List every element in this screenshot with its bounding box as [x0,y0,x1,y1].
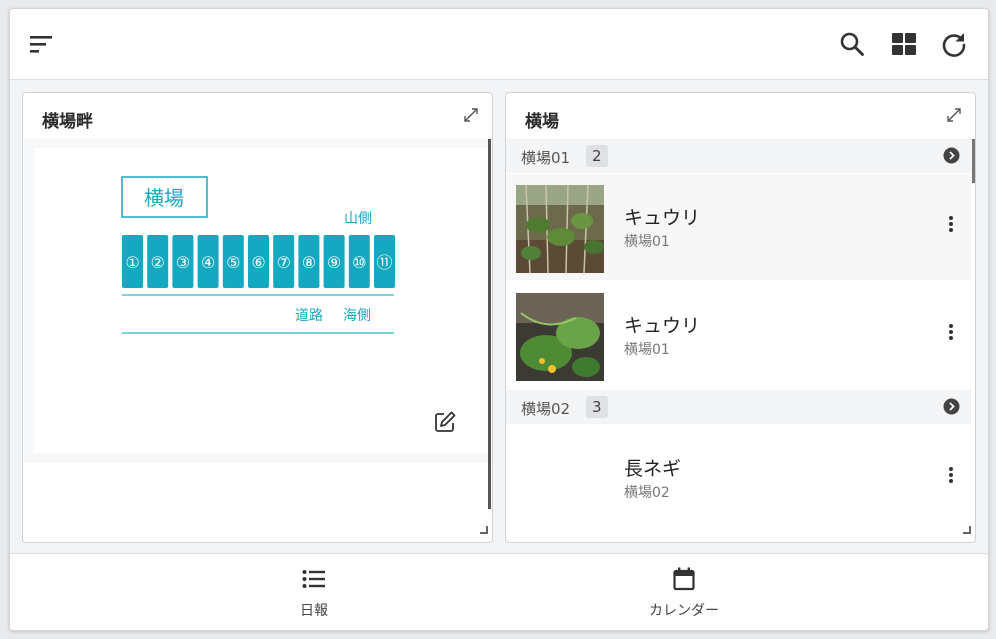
plot-label-1: ① [125,253,139,272]
plot-label-3: ③ [176,253,190,272]
mountain-side-label: 山側 [344,211,372,227]
more-vert-icon[interactable] [948,466,954,488]
list-item[interactable]: 長ネギ 横場02 [506,425,972,531]
field-map-drawing: 横場 山側 ①②③④⑤⑥⑦⑧⑨⑩⑪ 道路 海側 [121,176,395,334]
list-item[interactable]: キュウリ 横場01 [506,282,972,388]
plot-label-4: ④ [201,253,215,272]
search-icon[interactable] [838,30,866,58]
edit-icon[interactable] [433,410,457,438]
resize-handle-icon[interactable] [963,519,971,538]
plot-label-8: ⑧ [302,253,316,272]
right-panel-scrollbar[interactable] [972,139,975,183]
sort-lines-icon[interactable] [28,31,54,57]
plot-row: ①②③④⑤⑥⑦⑧⑨⑩⑪ [122,235,395,288]
nav-calendar-label: カレンダー [649,603,719,619]
calendar-icon [584,567,784,591]
field-label: 横場 [144,186,184,210]
left-panel: 横場畔 横場 山側 ①②③④⑤⑥⑦⑧⑨⑩⑪ 道路 海側 [22,92,493,543]
list-icon [214,569,414,589]
resize-handle-icon[interactable] [480,519,488,538]
right-panel: 横場 横場01 2 キュウリ 横場01 キュウリ 横場01 横場02 3 長ネギ… [505,92,976,543]
plot-label-6: ⑥ [251,253,265,272]
group-count-badge: 3 [586,396,608,418]
nav-daily-report[interactable]: 日報 [214,554,414,630]
plot-label-11: ⑪ [376,253,392,272]
list-item[interactable]: キュウリ 横場01 [506,174,972,280]
item-location: 横場01 [624,342,670,358]
plot-label-7: ⑦ [277,253,291,272]
plot-label-9: ⑨ [327,253,341,272]
chevron-right-circle-icon[interactable] [943,398,960,419]
more-vert-icon[interactable] [948,215,954,237]
group-header-yokoba02[interactable]: 横場02 3 [506,390,972,424]
grid-view-icon[interactable] [890,30,918,58]
expand-icon[interactable] [462,106,480,128]
plot-label-5: ⑤ [226,253,240,272]
group-header-yokoba01[interactable]: 横場01 2 [506,139,972,173]
plot-label-10: ⑩ [352,253,366,272]
chevron-right-circle-icon[interactable] [943,147,960,168]
more-vert-icon[interactable] [948,323,954,345]
nav-calendar[interactable]: カレンダー [584,554,784,630]
item-name: キュウリ [624,315,701,337]
item-name: キュウリ [624,207,701,229]
left-panel-scrollbar[interactable] [488,139,491,509]
nav-daily-report-label: 日報 [300,603,328,619]
item-location: 横場01 [624,234,670,250]
refresh-icon[interactable] [939,29,969,59]
field-map: 横場 山側 ①②③④⑤⑥⑦⑧⑨⑩⑪ 道路 海側 [34,148,490,453]
group-name: 横場01 [521,149,571,167]
item-name: 長ネギ [624,458,682,480]
road-label: 道路 [295,308,323,324]
top-toolbar [10,9,988,80]
right-panel-title: 横場 [525,112,559,132]
bottom-navigation: 日報 カレンダー [10,553,988,630]
sea-side-label: 海側 [343,308,371,324]
crop-photo [516,293,604,381]
item-location: 横場02 [624,485,670,501]
group-name: 横場02 [521,400,571,418]
group-count-badge: 2 [586,145,608,167]
expand-icon[interactable] [945,106,963,128]
plot-label-2: ② [151,253,165,272]
left-panel-title: 横場畔 [42,112,93,132]
app-window: 横場畔 横場 山側 ①②③④⑤⑥⑦⑧⑨⑩⑪ 道路 海側 横場 横場01 2 キュ… [9,8,989,631]
crop-photo [516,185,604,273]
